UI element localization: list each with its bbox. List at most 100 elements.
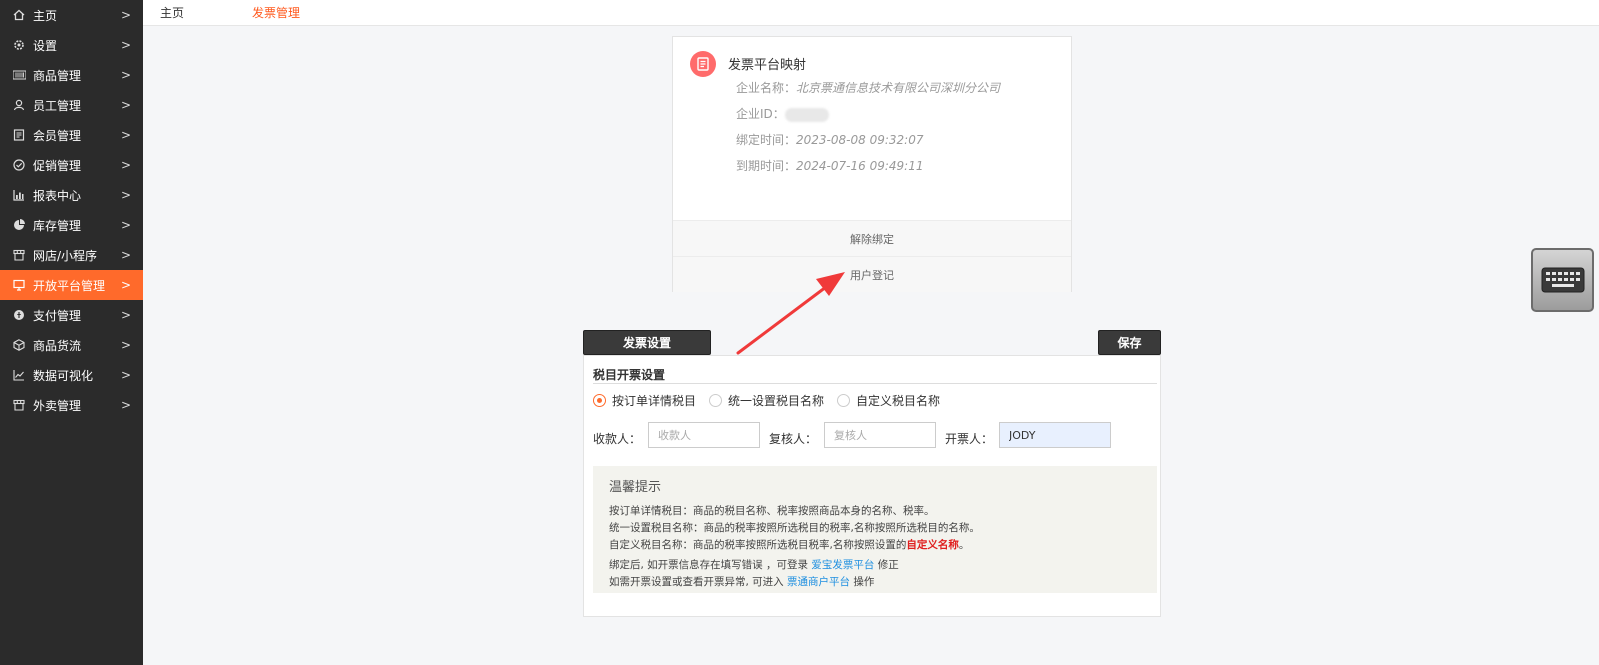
sidebar-item-data-visualization[interactable]: 数据可视化 >: [0, 360, 143, 390]
radio-label: 统一设置税目名称: [728, 394, 825, 408]
gear-icon: [12, 38, 26, 52]
invoice-platform-card: 发票平台映射 企业名称：北京票通信息技术有限公司深圳分公司 企业ID： 绑定时间…: [672, 36, 1072, 292]
sidebar-item-label: 商品管理: [33, 68, 82, 83]
chevron-right-icon: >: [120, 368, 131, 382]
tip-text: 自定义税目名称：商品的税率按照所选税目税率,名称按照设置的: [609, 539, 907, 551]
tips-box: 温馨提示 按订单详情税目：商品的税目名称、税率按照商品本身的名称、税率。 统一设…: [593, 466, 1157, 593]
card-title: 发票平台映射: [728, 58, 807, 73]
sidebar-item-inventory[interactable]: 库存管理 >: [0, 210, 143, 240]
reviewer-label: 复核人：: [769, 432, 818, 446]
sidebar-item-label: 库存管理: [33, 218, 82, 233]
sidebar-item-takeout[interactable]: 外卖管理 >: [0, 390, 143, 420]
sidebar-item-settings[interactable]: 设置 >: [0, 30, 143, 60]
section-title: 税目开票设置: [593, 368, 666, 382]
sidebar-item-label: 促销管理: [33, 158, 82, 173]
tip-text: 绑定后, 如开票信息存在填写错误 ，可登录: [609, 559, 809, 571]
company-name-label: 企业名称：: [736, 81, 797, 95]
sidebar-item-label: 数据可视化: [33, 368, 94, 383]
user-register-button[interactable]: 用户登记: [673, 256, 1071, 292]
save-button[interactable]: 保存: [1098, 330, 1161, 355]
expire-time-label: 到期时间：: [736, 159, 797, 173]
company-name-value: 北京票通信息技术有限公司深圳分公司: [796, 81, 1001, 95]
reviewer-input[interactable]: [824, 422, 936, 448]
cube-icon: [12, 338, 26, 352]
breadcrumb-home[interactable]: 主页: [160, 4, 184, 21]
aibao-invoice-platform-link[interactable]: 爱宝发票平台: [811, 559, 874, 571]
sidebar-item-staff[interactable]: 员工管理 >: [0, 90, 143, 120]
sidebar-item-open-platform[interactable]: 开放平台管理 >: [0, 270, 143, 300]
payee-label: 收款人：: [593, 432, 642, 446]
tip-text: 操作: [853, 576, 875, 588]
radio-custom-tax-name[interactable]: 自定义税目名称: [837, 392, 940, 409]
pie-chart-icon: [12, 218, 26, 232]
chevron-right-icon: >: [120, 308, 131, 322]
radio-unchecked-icon: [837, 394, 851, 407]
expire-time-value: 2024-07-16 09:49:11: [796, 159, 924, 173]
drawer-label: 开票人：: [945, 432, 994, 446]
sidebar-item-home[interactable]: 主页 >: [0, 0, 143, 30]
tip-text: 修正: [877, 559, 899, 571]
tip-text: 如需开票设置或查看开票异常, 可进入: [609, 576, 784, 588]
tip-line-2: 统一设置税目名称：商品的税率按照所选税目的税率,名称按照所选税目的名称。: [609, 522, 980, 534]
company-id-label: 企业ID：: [736, 107, 785, 121]
member-card-icon: [12, 128, 26, 142]
check-circle-icon: [12, 158, 26, 172]
radio-unified-tax-name[interactable]: 统一设置税目名称: [709, 392, 824, 409]
tax-item-radio-group: 按订单详情税目 统一设置税目名称 自定义税目名称: [593, 392, 953, 409]
piaotong-merchant-platform-link[interactable]: 票通商户平台: [787, 576, 850, 588]
tip-line-1: 按订单详情税目：商品的税目名称、税率按照商品本身的名称、税率。: [609, 505, 935, 517]
chevron-right-icon: >: [120, 98, 131, 112]
home-icon: [12, 8, 26, 22]
section-divider: [593, 383, 1157, 384]
chevron-right-icon: >: [120, 188, 131, 202]
sidebar-item-reports[interactable]: 报表中心 >: [0, 180, 143, 210]
sidebar-item-payment[interactable]: 支付管理 >: [0, 300, 143, 330]
invoice-settings-panel: 税目开票设置 按订单详情税目 统一设置税目名称 自定义税目名称 收款人： 复核人…: [583, 355, 1161, 617]
radio-unchecked-icon: [709, 394, 723, 407]
chevron-right-icon: >: [120, 338, 131, 352]
sidebar-item-promotions[interactable]: 促销管理 >: [0, 150, 143, 180]
unbind-button[interactable]: 解除绑定: [673, 220, 1071, 256]
company-name-row: 企业名称：北京票通信息技术有限公司深圳分公司: [736, 79, 1000, 96]
store-icon: [12, 248, 26, 262]
monitor-icon: [12, 278, 26, 292]
sidebar-item-label: 设置: [33, 38, 58, 53]
sidebar-item-label: 支付管理: [33, 308, 82, 323]
sidebar: 主页 > 设置 > 商品管理 > 员工管理 > 会员管理 > 促销管理 > 报表…: [0, 0, 143, 665]
barcode-icon: [12, 68, 26, 82]
user-icon: [12, 98, 26, 112]
sidebar-item-label: 员工管理: [33, 98, 82, 113]
sidebar-item-online-store[interactable]: 网店/小程序 >: [0, 240, 143, 270]
tip-line-3: 自定义税目名称：商品的税率按照所选税目税率,名称按照设置的自定义名称。: [609, 537, 969, 552]
bind-time-value: 2023-08-08 09:32:07: [796, 133, 924, 147]
breadcrumb: 主页 发票管理: [143, 0, 1599, 26]
radio-checked-icon: [593, 394, 606, 407]
sidebar-item-products[interactable]: 商品管理 >: [0, 60, 143, 90]
invoice-platform-logo-icon: [690, 51, 716, 77]
expire-time-row: 到期时间：2024-07-16 09:49:11: [736, 157, 923, 174]
keyboard-button[interactable]: [1531, 248, 1594, 312]
sidebar-item-label: 主页: [33, 8, 58, 23]
chevron-right-icon: >: [120, 38, 131, 52]
chevron-right-icon: >: [120, 158, 131, 172]
sidebar-item-members[interactable]: 会员管理 >: [0, 120, 143, 150]
drawer-input[interactable]: [999, 422, 1111, 448]
tips-title: 温馨提示: [609, 480, 662, 495]
chevron-right-icon: >: [120, 218, 131, 232]
chevron-right-icon: >: [120, 398, 131, 412]
tip-line-5: 如需开票设置或查看开票异常, 可进入 票通商户平台 操作: [609, 574, 874, 589]
invoice-settings-button[interactable]: 发票设置: [583, 330, 711, 355]
chevron-right-icon: >: [120, 128, 131, 142]
tip-text: 。: [958, 539, 970, 551]
company-id-row: 企业ID：: [736, 105, 829, 122]
sidebar-item-label: 会员管理: [33, 128, 82, 143]
breadcrumb-current[interactable]: 发票管理: [252, 4, 300, 21]
line-chart-icon: [12, 368, 26, 382]
chevron-right-icon: >: [120, 278, 131, 292]
keyboard-icon: [1541, 267, 1584, 293]
payee-input[interactable]: [648, 422, 760, 448]
sidebar-item-goods-flow[interactable]: 商品货流 >: [0, 330, 143, 360]
sidebar-item-label: 商品货流: [33, 338, 82, 353]
radio-order-detail-tax[interactable]: 按订单详情税目: [593, 392, 696, 409]
company-id-redacted: [784, 107, 829, 122]
